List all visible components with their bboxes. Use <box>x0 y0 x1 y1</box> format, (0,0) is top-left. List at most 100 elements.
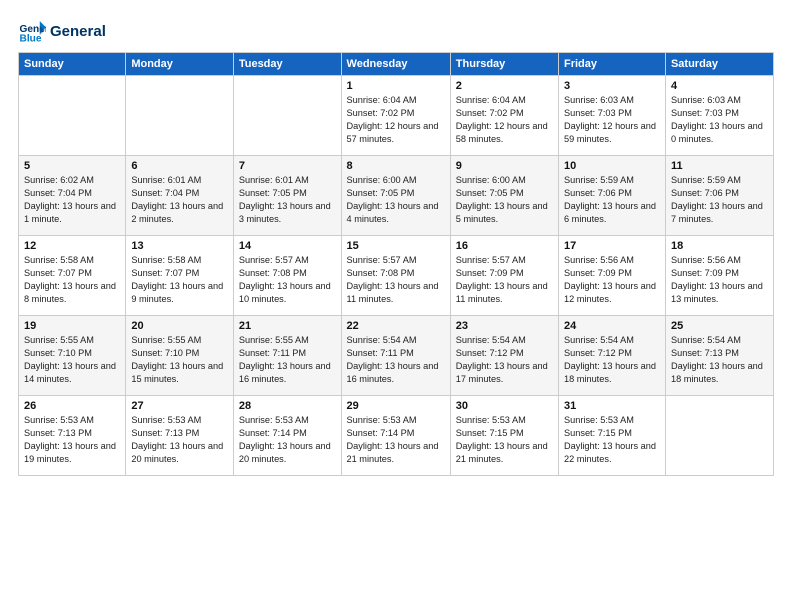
day-number: 22 <box>347 320 445 332</box>
day-cell: 19 Sunrise: 5:55 AM Sunset: 7:10 PM Dayli… <box>19 316 126 396</box>
day-cell <box>126 76 234 156</box>
day-info: Sunrise: 5:55 AM Sunset: 7:11 PM Dayligh… <box>239 334 336 386</box>
day-info: Sunrise: 6:03 AM Sunset: 7:03 PM Dayligh… <box>671 94 768 146</box>
day-cell: 7 Sunrise: 6:01 AM Sunset: 7:05 PM Daylig… <box>233 156 341 236</box>
day-number: 31 <box>564 400 660 412</box>
day-info: Sunrise: 5:56 AM Sunset: 7:09 PM Dayligh… <box>671 254 768 306</box>
day-info: Sunrise: 6:00 AM Sunset: 7:05 PM Dayligh… <box>456 174 553 226</box>
day-number: 7 <box>239 160 336 172</box>
day-cell: 3 Sunrise: 6:03 AM Sunset: 7:03 PM Daylig… <box>559 76 666 156</box>
day-cell: 11 Sunrise: 5:59 AM Sunset: 7:06 PM Dayli… <box>665 156 773 236</box>
day-cell: 28Sunrise: 5:53 AM Sunset: 7:14 PM Dayli… <box>233 396 341 476</box>
day-number: 27 <box>131 400 228 412</box>
day-number: 9 <box>456 160 553 172</box>
day-info: Sunrise: 5:53 AM Sunset: 7:14 PM Dayligh… <box>239 414 336 466</box>
day-cell: 22 Sunrise: 5:54 AM Sunset: 7:11 PM Dayli… <box>341 316 450 396</box>
logo-icon: General Blue <box>18 18 46 46</box>
day-info: Sunrise: 5:57 AM Sunset: 7:08 PM Dayligh… <box>239 254 336 306</box>
day-number: 30 <box>456 400 553 412</box>
calendar-table: SundayMondayTuesdayWednesdayThursdayFrid… <box>18 52 774 476</box>
header-row: General Blue General <box>18 18 774 46</box>
day-info: Sunrise: 5:55 AM Sunset: 7:10 PM Dayligh… <box>131 334 228 386</box>
day-cell: 30 Sunrise: 5:53 AM Sunset: 7:15 PM Dayli… <box>450 396 558 476</box>
day-info: Sunrise: 5:54 AM Sunset: 7:13 PM Dayligh… <box>671 334 768 386</box>
day-cell: 21 Sunrise: 5:55 AM Sunset: 7:11 PM Dayli… <box>233 316 341 396</box>
day-number: 10 <box>564 160 660 172</box>
weekday-header-thursday: Thursday <box>450 53 558 76</box>
calendar-container: General Blue General SundayMondayTuesday… <box>0 0 792 486</box>
day-number: 18 <box>671 240 768 252</box>
day-number: 12 <box>24 240 120 252</box>
day-number: 16 <box>456 240 553 252</box>
day-cell: 9 Sunrise: 6:00 AM Sunset: 7:05 PM Daylig… <box>450 156 558 236</box>
day-number: 4 <box>671 80 768 92</box>
day-number: 1 <box>347 80 445 92</box>
weekday-header-friday: Friday <box>559 53 666 76</box>
day-cell <box>19 76 126 156</box>
day-cell: 27 Sunrise: 5:53 AM Sunset: 7:13 PM Dayli… <box>126 396 234 476</box>
day-cell: 5 Sunrise: 6:02 AM Sunset: 7:04 PM Daylig… <box>19 156 126 236</box>
day-info: Sunrise: 5:53 AM Sunset: 7:14 PM Dayligh… <box>347 414 445 466</box>
week-row-1: 1 Sunrise: 6:04 AM Sunset: 7:02 PM Daylig… <box>19 76 774 156</box>
day-info: Sunrise: 5:54 AM Sunset: 7:12 PM Dayligh… <box>564 334 660 386</box>
weekday-header-sunday: Sunday <box>19 53 126 76</box>
weekday-header-row: SundayMondayTuesdayWednesdayThursdayFrid… <box>19 53 774 76</box>
day-number: 3 <box>564 80 660 92</box>
day-number: 11 <box>671 160 768 172</box>
day-info: Sunrise: 6:01 AM Sunset: 7:04 PM Dayligh… <box>131 174 228 226</box>
day-info: Sunrise: 6:00 AM Sunset: 7:05 PM Dayligh… <box>347 174 445 226</box>
day-info: Sunrise: 5:57 AM Sunset: 7:09 PM Dayligh… <box>456 254 553 306</box>
day-number: 8 <box>347 160 445 172</box>
day-info: Sunrise: 6:02 AM Sunset: 7:04 PM Dayligh… <box>24 174 120 226</box>
day-cell: 4 Sunrise: 6:03 AM Sunset: 7:03 PM Daylig… <box>665 76 773 156</box>
day-number: 26 <box>24 400 120 412</box>
day-info: Sunrise: 6:01 AM Sunset: 7:05 PM Dayligh… <box>239 174 336 226</box>
day-cell: 31Sunrise: 5:53 AM Sunset: 7:15 PM Dayli… <box>559 396 666 476</box>
day-info: Sunrise: 5:57 AM Sunset: 7:08 PM Dayligh… <box>347 254 445 306</box>
logo-text-general: General <box>50 23 106 41</box>
day-cell: 25 Sunrise: 5:54 AM Sunset: 7:13 PM Dayli… <box>665 316 773 396</box>
day-number: 24 <box>564 320 660 332</box>
day-cell: 29 Sunrise: 5:53 AM Sunset: 7:14 PM Dayli… <box>341 396 450 476</box>
day-cell: 1 Sunrise: 6:04 AM Sunset: 7:02 PM Daylig… <box>341 76 450 156</box>
day-cell: 24 Sunrise: 5:54 AM Sunset: 7:12 PM Dayli… <box>559 316 666 396</box>
day-info: Sunrise: 5:58 AM Sunset: 7:07 PM Dayligh… <box>24 254 120 306</box>
week-row-3: 12 Sunrise: 5:58 AM Sunset: 7:07 PM Dayli… <box>19 236 774 316</box>
day-number: 25 <box>671 320 768 332</box>
day-cell: 14 Sunrise: 5:57 AM Sunset: 7:08 PM Dayli… <box>233 236 341 316</box>
day-cell: 8 Sunrise: 6:00 AM Sunset: 7:05 PM Daylig… <box>341 156 450 236</box>
day-number: 23 <box>456 320 553 332</box>
day-info: Sunrise: 5:54 AM Sunset: 7:12 PM Dayligh… <box>456 334 553 386</box>
day-cell: 16 Sunrise: 5:57 AM Sunset: 7:09 PM Dayli… <box>450 236 558 316</box>
day-info: Sunrise: 5:58 AM Sunset: 7:07 PM Dayligh… <box>131 254 228 306</box>
day-info: Sunrise: 6:04 AM Sunset: 7:02 PM Dayligh… <box>456 94 553 146</box>
day-cell: 15 Sunrise: 5:57 AM Sunset: 7:08 PM Dayli… <box>341 236 450 316</box>
day-cell: 13 Sunrise: 5:58 AM Sunset: 7:07 PM Dayli… <box>126 236 234 316</box>
week-row-5: 26 Sunrise: 5:53 AM Sunset: 7:13 PM Dayli… <box>19 396 774 476</box>
day-info: Sunrise: 6:03 AM Sunset: 7:03 PM Dayligh… <box>564 94 660 146</box>
day-cell <box>665 396 773 476</box>
day-number: 14 <box>239 240 336 252</box>
weekday-header-monday: Monday <box>126 53 234 76</box>
day-number: 6 <box>131 160 228 172</box>
day-cell: 17Sunrise: 5:56 AM Sunset: 7:09 PM Dayli… <box>559 236 666 316</box>
day-cell: 20Sunrise: 5:55 AM Sunset: 7:10 PM Dayli… <box>126 316 234 396</box>
day-info: Sunrise: 5:53 AM Sunset: 7:15 PM Dayligh… <box>456 414 553 466</box>
day-info: Sunrise: 6:04 AM Sunset: 7:02 PM Dayligh… <box>347 94 445 146</box>
day-info: Sunrise: 5:59 AM Sunset: 7:06 PM Dayligh… <box>564 174 660 226</box>
day-info: Sunrise: 5:55 AM Sunset: 7:10 PM Dayligh… <box>24 334 120 386</box>
day-number: 15 <box>347 240 445 252</box>
day-number: 2 <box>456 80 553 92</box>
day-number: 21 <box>239 320 336 332</box>
day-info: Sunrise: 5:59 AM Sunset: 7:06 PM Dayligh… <box>671 174 768 226</box>
day-info: Sunrise: 5:53 AM Sunset: 7:13 PM Dayligh… <box>131 414 228 466</box>
day-number: 19 <box>24 320 120 332</box>
day-number: 29 <box>347 400 445 412</box>
week-row-2: 5 Sunrise: 6:02 AM Sunset: 7:04 PM Daylig… <box>19 156 774 236</box>
day-number: 13 <box>131 240 228 252</box>
day-cell: 6 Sunrise: 6:01 AM Sunset: 7:04 PM Daylig… <box>126 156 234 236</box>
day-info: Sunrise: 5:54 AM Sunset: 7:11 PM Dayligh… <box>347 334 445 386</box>
week-row-4: 19 Sunrise: 5:55 AM Sunset: 7:10 PM Dayli… <box>19 316 774 396</box>
logo: General Blue General <box>18 18 106 46</box>
day-number: 5 <box>24 160 120 172</box>
